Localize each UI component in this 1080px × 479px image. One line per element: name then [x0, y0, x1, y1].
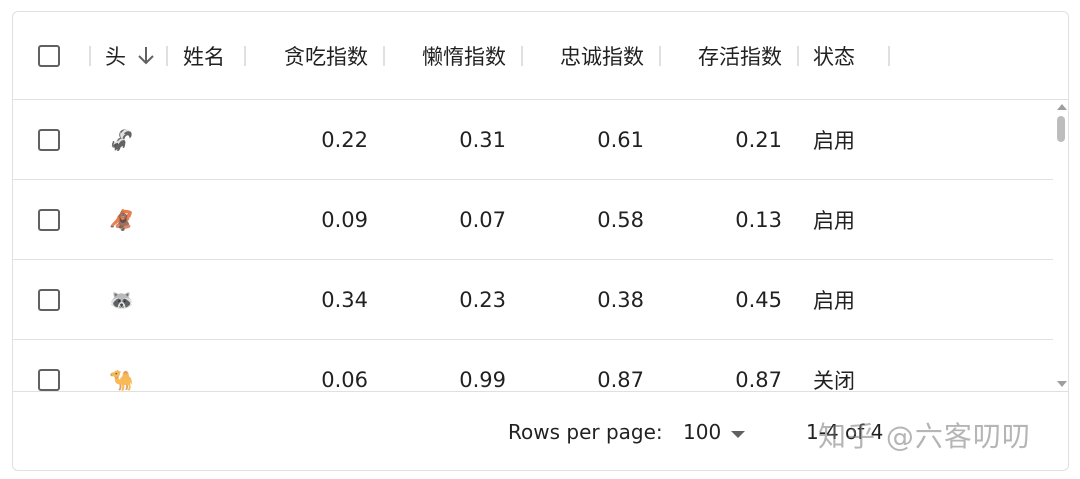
row-checkbox[interactable]	[38, 368, 60, 391]
row-checkbox[interactable]	[38, 288, 60, 311]
survival-cell: 0.45	[735, 287, 782, 312]
column-header-survival-label: 存活指数	[698, 44, 782, 69]
column-header-head[interactable]: 头	[105, 12, 156, 99]
row-select-cell	[38, 260, 60, 339]
laziness-cell: 0.31	[459, 127, 506, 152]
column-separator[interactable]	[888, 46, 890, 66]
gluttony-cell: 0.34	[321, 287, 368, 312]
column-header-gluttony-label: 贪吃指数	[284, 44, 368, 69]
table-row[interactable]: 🦧 0.09 0.07 0.58 0.13 启用	[13, 180, 1053, 260]
avatar: 🐪	[109, 367, 134, 391]
laziness-cell: 0.99	[459, 367, 506, 392]
scroll-down-icon[interactable]	[1057, 381, 1067, 387]
avatar: 🦧	[109, 207, 134, 232]
rows-per-page-label: Rows per page:	[508, 420, 663, 444]
laziness-cell: 0.23	[459, 287, 506, 312]
column-header-status[interactable]: 状态	[813, 12, 855, 99]
table-row[interactable]: 🐪 0.06 0.99 0.87 0.87 关闭	[13, 340, 1053, 391]
row-checkbox[interactable]	[38, 128, 60, 151]
status-cell: 启用	[813, 208, 855, 233]
avatar: 🦨	[109, 127, 134, 152]
laziness-cell: 0.07	[459, 207, 506, 232]
avatar: 🦝	[109, 287, 134, 312]
survival-cell: 0.21	[735, 127, 782, 152]
grid-body[interactable]: 🦨 0.22 0.31 0.61 0.21 启用 🦧 0.09 0.07 0.5…	[13, 100, 1068, 391]
row-checkbox[interactable]	[38, 208, 60, 231]
gluttony-cell: 0.09	[321, 207, 368, 232]
grid-header: 头 姓名 贪吃指数 懒惰指数 忠诚指数 存活指数 状态	[13, 12, 1068, 100]
loyalty-cell: 0.87	[597, 367, 644, 392]
survival-cell: 0.13	[735, 207, 782, 232]
loyalty-cell: 0.38	[597, 287, 644, 312]
row-select-cell	[38, 100, 60, 179]
loyalty-cell: 0.61	[597, 127, 644, 152]
column-header-loyalty[interactable]: 忠诚指数	[539, 12, 644, 99]
column-separator[interactable]	[797, 46, 799, 66]
chevron-down-icon[interactable]	[731, 431, 745, 438]
column-header-head-label: 头	[105, 44, 126, 69]
table-row[interactable]: 🦝 0.34 0.23 0.38 0.45 启用	[13, 260, 1053, 340]
vertical-scrollbar[interactable]	[1053, 100, 1068, 391]
table-row[interactable]: 🦨 0.22 0.31 0.61 0.21 启用	[13, 100, 1053, 180]
gluttony-cell: 0.22	[321, 127, 368, 152]
column-separator[interactable]	[383, 46, 385, 66]
row-select-cell	[38, 340, 60, 391]
watermark: 知乎 @六客叨叨	[818, 420, 1031, 453]
column-separator[interactable]	[244, 46, 246, 66]
row-select-cell	[38, 180, 60, 259]
scrollbar-thumb[interactable]	[1057, 116, 1065, 142]
data-grid: 头 姓名 贪吃指数 懒惰指数 忠诚指数 存活指数 状态 🦨 0.22 0.31 …	[12, 11, 1069, 471]
column-separator[interactable]	[166, 46, 168, 66]
column-header-loyalty-label: 忠诚指数	[560, 44, 644, 69]
scroll-up-icon[interactable]	[1057, 104, 1067, 110]
select-all-checkbox[interactable]	[38, 44, 60, 67]
column-header-laziness-label: 懒惰指数	[422, 44, 506, 69]
column-header-name-label: 姓名	[183, 44, 225, 69]
column-header-status-label: 状态	[813, 44, 855, 69]
gluttony-cell: 0.06	[321, 367, 368, 392]
status-cell: 关闭	[813, 368, 855, 392]
column-header-laziness[interactable]: 懒惰指数	[401, 12, 506, 99]
survival-cell: 0.87	[735, 367, 782, 392]
status-cell: 启用	[813, 128, 855, 153]
select-all-cell	[38, 12, 60, 99]
status-cell: 启用	[813, 288, 855, 313]
column-header-name[interactable]: 姓名	[183, 12, 225, 99]
arrow-down-icon[interactable]	[136, 45, 156, 67]
column-separator[interactable]	[89, 46, 91, 66]
column-separator[interactable]	[659, 46, 661, 66]
loyalty-cell: 0.58	[597, 207, 644, 232]
column-header-survival[interactable]: 存活指数	[677, 12, 782, 99]
column-separator[interactable]	[521, 46, 523, 66]
column-header-gluttony[interactable]: 贪吃指数	[263, 12, 368, 99]
rows-per-page-select[interactable]: 100	[683, 420, 721, 444]
